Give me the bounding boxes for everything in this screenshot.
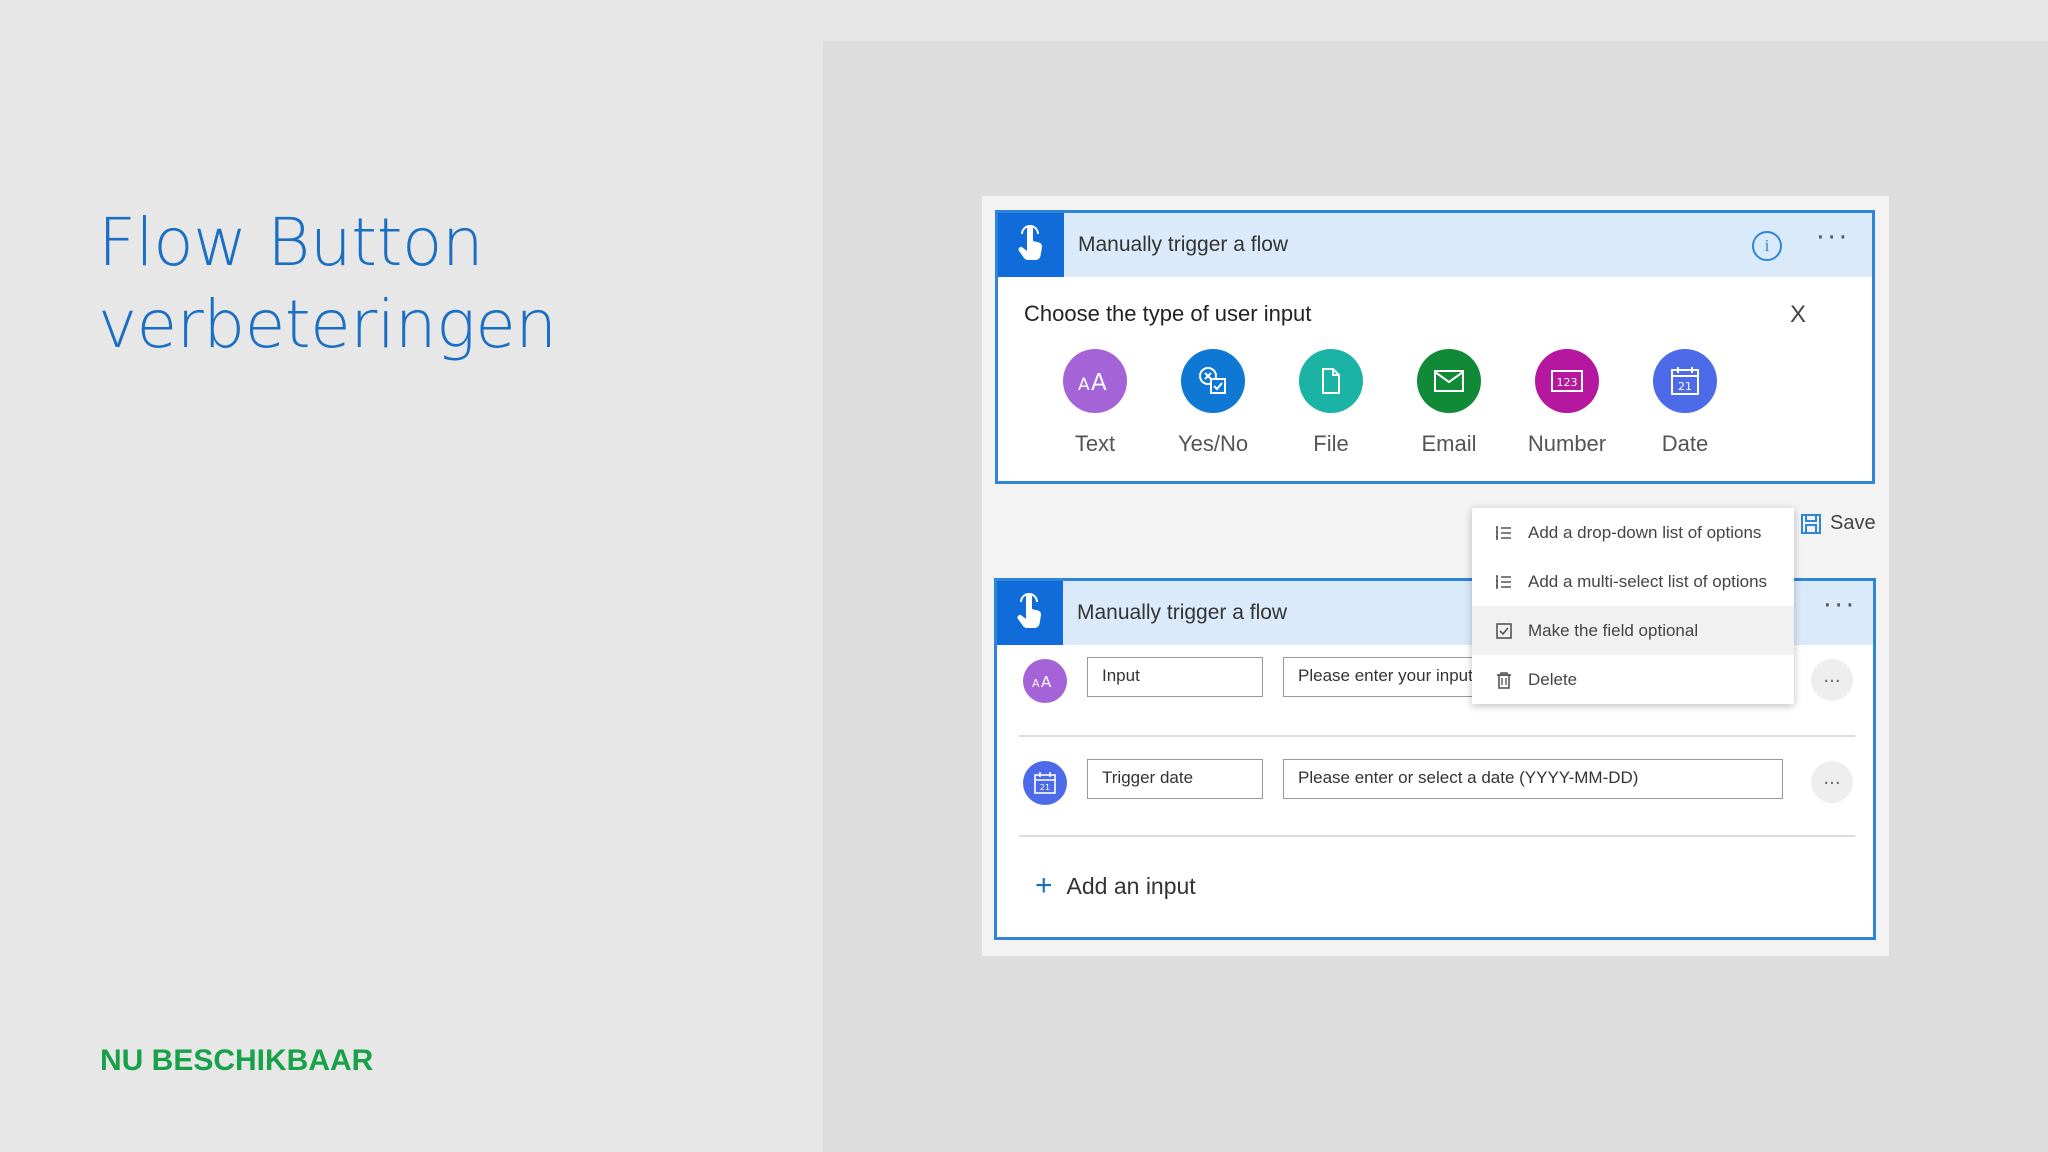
date-icon: 21 xyxy=(1653,349,1717,413)
input-type-text[interactable]: AA Text xyxy=(1036,349,1154,457)
text-icon: AA xyxy=(1023,659,1067,703)
menu-item-label: Make the field optional xyxy=(1528,620,1699,640)
save-label: Save xyxy=(1830,512,1876,534)
menu-item-label: Delete xyxy=(1528,669,1578,689)
text-icon: AA xyxy=(1063,349,1127,413)
svg-text:123: 123 xyxy=(1557,376,1578,389)
slide-title-line2: verbeteringen xyxy=(98,286,557,363)
input-type-date[interactable]: 21 Date xyxy=(1626,349,1744,457)
trigger-date-name-field[interactable]: Trigger date xyxy=(1087,759,1263,799)
plus-icon: + xyxy=(1035,869,1053,902)
hand-pointer-icon xyxy=(998,213,1064,277)
input-type-number[interactable]: 123 Number xyxy=(1508,349,1626,457)
trigger-card-header[interactable]: Manually trigger a flow i ··· xyxy=(998,213,1872,277)
input-type-label: Yes/No xyxy=(1177,431,1249,456)
save-icon xyxy=(1801,513,1821,534)
svg-text:21: 21 xyxy=(1040,783,1050,792)
input-type-label: Email xyxy=(1421,431,1477,456)
hand-pointer-icon xyxy=(997,581,1063,645)
menu-item-delete[interactable]: Delete xyxy=(1472,655,1794,704)
field-context-menu: Add a drop-down list of options Add a mu… xyxy=(1472,508,1794,704)
more-options-icon[interactable]: ··· xyxy=(1816,223,1850,253)
input-type-label: File xyxy=(1313,431,1349,456)
input-type-email[interactable]: Email xyxy=(1390,349,1508,457)
input-type-yes-no[interactable]: Yes/No xyxy=(1154,349,1272,457)
add-input-button[interactable]: + Add an input xyxy=(1035,871,1196,901)
slide-title-line1: Flow Button xyxy=(98,204,484,281)
row-more-button[interactable]: ... xyxy=(1811,659,1853,701)
number-icon: 123 xyxy=(1535,349,1599,413)
save-button[interactable]: Save xyxy=(1800,512,1876,535)
email-icon xyxy=(1417,349,1481,413)
row-divider xyxy=(1019,735,1855,737)
close-button[interactable]: X xyxy=(1790,301,1806,329)
row-more-button[interactable]: ... xyxy=(1811,761,1853,803)
availability-badge: NU BESCHIKBAAR xyxy=(100,1044,374,1077)
trash-icon xyxy=(1494,671,1514,689)
menu-item-label: Add a drop-down list of options xyxy=(1528,522,1762,542)
input-type-list: AA Text Yes/No File Email 123 Number 21 … xyxy=(1036,349,1744,457)
svg-text:A: A xyxy=(1041,673,1052,691)
flow-screenshot: Manually trigger a flow i ··· Choose the… xyxy=(982,196,1889,956)
input-type-label: Date xyxy=(1661,431,1709,456)
menu-item-make-optional[interactable]: Make the field optional xyxy=(1472,606,1794,655)
info-icon[interactable]: i xyxy=(1752,231,1782,261)
input-type-prompt: Choose the type of user input xyxy=(1024,301,1312,326)
card-title: Manually trigger a flow xyxy=(1078,233,1289,256)
menu-item-label: Add a multi-select list of options xyxy=(1528,571,1768,591)
date-icon: 21 xyxy=(1023,761,1067,805)
input-type-file[interactable]: File xyxy=(1272,349,1390,457)
svg-text:A: A xyxy=(1032,677,1040,690)
input-row: 21 Trigger date Please enter or select a… xyxy=(1021,759,1855,859)
svg-text:21: 21 xyxy=(1678,380,1692,393)
menu-item-dropdown-list[interactable]: Add a drop-down list of options xyxy=(1472,508,1794,557)
slide-title: Flow Button verbeteringen xyxy=(98,202,557,366)
card-title: Manually trigger a flow xyxy=(1077,601,1288,624)
yes-no-icon xyxy=(1181,349,1245,413)
row-divider xyxy=(1019,835,1855,837)
input-type-label: Text xyxy=(1074,431,1116,456)
svg-text:A: A xyxy=(1091,370,1107,396)
input-name-field[interactable]: Input xyxy=(1087,657,1263,697)
input-type-label: Number xyxy=(1527,431,1607,456)
svg-text:A: A xyxy=(1078,375,1090,395)
trigger-date-placeholder-field[interactable]: Please enter or select a date (YYYY-MM-D… xyxy=(1283,759,1783,799)
list-icon xyxy=(1494,573,1514,591)
more-options-icon[interactable]: ··· xyxy=(1823,591,1857,621)
menu-item-multi-select[interactable]: Add a multi-select list of options xyxy=(1472,557,1794,606)
trigger-card: Manually trigger a flow i ··· Choose the… xyxy=(995,210,1875,484)
checkbox-icon xyxy=(1494,622,1514,640)
file-icon xyxy=(1299,349,1363,413)
add-input-label: Add an input xyxy=(1066,872,1196,899)
list-icon xyxy=(1494,524,1514,542)
